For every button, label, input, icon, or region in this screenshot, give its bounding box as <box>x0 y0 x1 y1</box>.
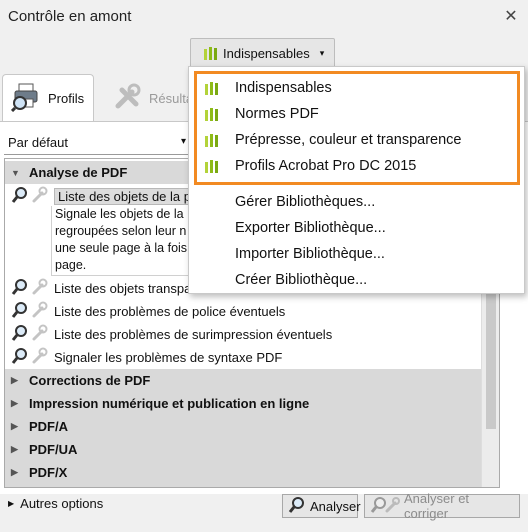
tab-resultats[interactable]: Résultats <box>104 74 203 122</box>
wrench-icon <box>112 82 144 115</box>
tree-item-label: Liste des problèmes de police éventuels <box>54 303 286 319</box>
more-options-toggle[interactable]: ▶ Autres options <box>8 496 103 511</box>
tree-group-impression-numerique[interactable]: ▶ Impression numérique et publication en… <box>5 392 483 415</box>
footer-bar: ▶ Autres options Analyser Analyser et co… <box>0 491 528 532</box>
tree-group-corrections-pdf[interactable]: ▶ Corrections de PDF <box>5 369 483 392</box>
more-options-label: Autres options <box>20 496 104 511</box>
tree-group-pdf-x[interactable]: ▶ PDF/X <box>5 461 483 484</box>
triangle-right-icon[interactable]: ▶ <box>11 398 21 409</box>
tree-group-pdf-a[interactable]: ▶ PDF/A <box>5 415 483 438</box>
menu-item-label: Importer Bibliothèque... <box>235 246 385 262</box>
tree-item[interactable]: Liste des problèmes de surimpression éve… <box>11 323 332 345</box>
tree-item[interactable]: Signaler les problèmes de syntaxe PDF <box>11 346 282 368</box>
menu-item-import-library[interactable]: Importer Bibliothèque... <box>189 241 524 267</box>
library-dropdown-label: Indispensables <box>223 45 310 61</box>
menu-item-label: Créer Bibliothèque... <box>235 272 368 288</box>
analyze-button[interactable]: Analyser <box>282 494 361 518</box>
tab-profils-label: Profils <box>48 91 85 106</box>
library-dropdown-button[interactable]: Indispensables ▾ <box>190 38 335 68</box>
tree-item-label: Liste des objets transpa <box>54 280 192 296</box>
tab-profils[interactable]: Profils <box>2 74 94 122</box>
magnifier-icon <box>288 496 306 517</box>
description-line: une seule page à la fois <box>55 241 188 255</box>
magnifier-icon <box>11 324 29 345</box>
tree-item-label: Liste des objets de la p <box>54 187 195 205</box>
tree-group-label: PDF/UA <box>29 442 78 457</box>
tree-group-pdf-ua[interactable]: ▶ PDF/UA <box>5 438 483 461</box>
profile-select-value: Par défaut <box>8 135 68 150</box>
magnifier-icon <box>11 278 29 299</box>
wrench-icon <box>30 347 48 368</box>
library-dropdown-menu: Indispensables Normes PDF Prépresse, cou… <box>188 66 525 294</box>
wrench-icon <box>30 324 48 345</box>
analyze-and-fix-button-label: Analyser et corriger <box>404 491 470 521</box>
library-bars-icon <box>204 46 217 60</box>
triangle-right-icon[interactable]: ▶ <box>11 467 21 478</box>
window-title: Contrôle en amont <box>8 8 132 25</box>
tree-item[interactable]: Liste des objets de la p <box>11 185 195 207</box>
triangle-right-icon[interactable]: ▶ <box>11 444 21 455</box>
analyze-button-label: Analyser <box>310 498 361 514</box>
wrench-icon <box>30 186 48 207</box>
chevron-down-icon: ▾ <box>319 47 325 58</box>
magnifier-wrench-icon <box>370 496 400 517</box>
profile-select[interactable]: Par défaut ▾ <box>4 131 190 155</box>
menu-item-label: Exporter Bibliothèque... <box>235 220 386 236</box>
scrollbar-thumb[interactable] <box>486 289 496 429</box>
menu-item-create-library[interactable]: Créer Bibliothèque... <box>189 267 524 293</box>
tree-item[interactable]: Liste des objets transpa <box>11 277 191 299</box>
magnifier-icon <box>11 347 29 368</box>
description-line: Signale les objets de la <box>55 207 184 221</box>
tree-item-label: Liste des problèmes de surimpression éve… <box>54 326 333 342</box>
tree-group-label: PDF/A <box>29 419 68 434</box>
magnifier-icon <box>11 301 29 322</box>
tree-item-label: Signaler les problèmes de syntaxe PDF <box>54 349 283 365</box>
menu-item-label: Gérer Bibliothèques... <box>235 194 376 210</box>
wrench-icon <box>30 301 48 322</box>
menu-item-export-library[interactable]: Exporter Bibliothèque... <box>189 215 524 241</box>
triangle-right-icon[interactable]: ▶ <box>11 421 21 432</box>
menu-item-manage-libraries[interactable]: Gérer Bibliothèques... <box>189 189 524 215</box>
triangle-down-icon[interactable]: ▼ <box>11 168 21 178</box>
tree-group-label: Impression numérique et publication en l… <box>29 396 310 411</box>
analyze-and-fix-button[interactable]: Analyser et corriger <box>364 491 520 521</box>
description-line: page. <box>55 258 87 272</box>
tree-group-label: PDF/X <box>29 465 68 480</box>
magnifier-icon <box>11 186 29 207</box>
profile-description: Signale les objets de la regroupées selo… <box>51 206 205 276</box>
triangle-right-icon[interactable]: ▶ <box>11 375 21 386</box>
chevron-down-icon: ▾ <box>180 136 186 147</box>
tree-group-label: Corrections de PDF <box>29 373 151 388</box>
close-icon[interactable]: ✕ <box>502 8 520 26</box>
triangle-right-icon: ▶ <box>8 499 15 508</box>
library-highlight-box <box>194 71 520 185</box>
tree-group-partial[interactable]: ▶ <box>5 484 483 487</box>
printer-magnifier-icon <box>10 82 43 115</box>
tree-item[interactable]: Liste des problèmes de police éventuels <box>11 300 285 322</box>
tree-group-label: Analyse de PDF <box>29 165 128 180</box>
title-bar: Contrôle en amont ✕ <box>0 0 528 34</box>
description-line: regroupées selon leur n <box>55 224 187 238</box>
wrench-icon <box>30 278 48 299</box>
